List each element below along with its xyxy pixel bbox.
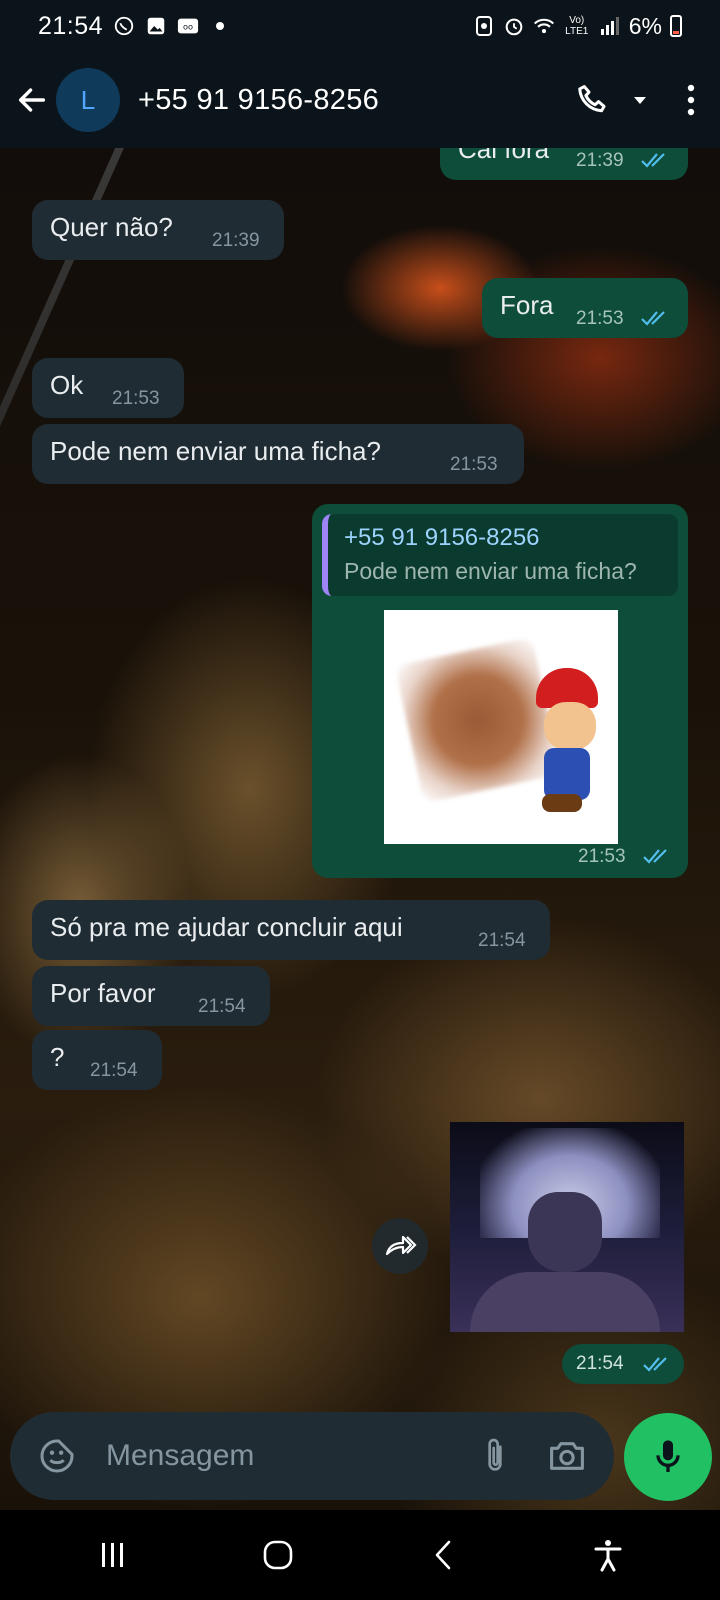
- message-text: Pode nem enviar uma ficha?: [50, 436, 381, 466]
- message-text: Ok: [50, 370, 84, 400]
- nav-back-icon: [435, 1540, 450, 1570]
- message-time: 21:54: [198, 996, 246, 1017]
- recents-button[interactable]: [73, 1525, 153, 1585]
- quoted-text: Pode nem enviar uma ficha?: [344, 558, 637, 584]
- home-icon: [263, 1540, 292, 1570]
- sticker-image[interactable]: [384, 610, 618, 844]
- mic-icon: [656, 1440, 680, 1472]
- status-bar: 21:54 oo Vo) LTE1 6%: [0, 0, 720, 52]
- wifi-icon: [533, 15, 555, 37]
- emoji-button[interactable]: [30, 1429, 84, 1483]
- more-icon: [687, 84, 695, 116]
- avatar-letter: L: [80, 84, 96, 115]
- message-bubble[interactable]: ? 21:54: [32, 1030, 162, 1090]
- message-time: 21:39: [212, 230, 260, 251]
- back-button[interactable]: [0, 52, 64, 148]
- message-composer[interactable]: Mensagem: [10, 1412, 614, 1500]
- message-time-pill: 21:54: [562, 1344, 684, 1384]
- message-bubble[interactable]: Por favor 21:54: [32, 966, 270, 1026]
- notification-dot-icon: [209, 15, 231, 37]
- forward-icon: [385, 1235, 417, 1256]
- read-ticks-icon: [641, 311, 665, 326]
- contact-name[interactable]: +55 91 9156-8256: [138, 84, 379, 117]
- menu-button[interactable]: [686, 76, 696, 124]
- back-arrow-icon: [18, 88, 46, 112]
- voice-record-button[interactable]: [624, 1413, 712, 1501]
- dropdown-icon: [634, 97, 646, 104]
- cast-icon: oo: [177, 15, 199, 37]
- message-text: ?: [50, 1042, 65, 1072]
- svg-text:oo: oo: [183, 22, 193, 32]
- read-ticks-icon: [643, 1357, 667, 1372]
- message-text: Por favor: [50, 978, 156, 1008]
- read-ticks-icon: [641, 153, 665, 168]
- message-time: 21:53: [578, 846, 626, 867]
- message-time: 21:54: [90, 1060, 138, 1081]
- message-bubble[interactable]: Fora 21:53: [482, 278, 688, 338]
- message-text: Fora: [500, 290, 554, 320]
- gallery-icon: [145, 15, 167, 37]
- system-nav-bar: [0, 1510, 720, 1600]
- message-time: 21:53: [450, 454, 498, 475]
- signal-icon: [599, 15, 621, 37]
- message-bubble[interactable]: +55 91 9156-8256 Pode nem enviar uma fic…: [312, 504, 688, 878]
- message-bubble[interactable]: Cai fora 21:39: [440, 148, 688, 180]
- accessibility-icon: [594, 1540, 621, 1572]
- message-time: 21:53: [112, 388, 160, 409]
- nav-back-button[interactable]: [403, 1525, 483, 1585]
- sim-icon: [473, 15, 495, 37]
- forward-button[interactable]: [372, 1218, 428, 1274]
- sticker-image[interactable]: [450, 1122, 684, 1332]
- message-bubble[interactable]: Pode nem enviar uma ficha? 21:53: [32, 424, 524, 484]
- accessibility-button[interactable]: [568, 1525, 648, 1585]
- camera-icon: [550, 1442, 584, 1470]
- message-bubble[interactable]: Quer não? 21:39: [32, 200, 284, 260]
- message-time: 21:53: [576, 308, 624, 329]
- battery-icon: [670, 15, 682, 37]
- phone-icon: [578, 85, 606, 113]
- message-time: 21:39: [576, 150, 624, 171]
- home-button[interactable]: [238, 1525, 318, 1585]
- whatsapp-icon: [113, 15, 135, 37]
- chat-header: L +55 91 9156-8256: [0, 52, 720, 148]
- call-options-button[interactable]: [630, 76, 650, 124]
- battery-percent: 6%: [628, 12, 662, 39]
- chat-area[interactable]: Cai fora 21:39 Quer não? 21:39 Fora 21:5…: [0, 148, 720, 1510]
- message-text: Cai fora: [458, 148, 550, 164]
- message-input[interactable]: Mensagem: [106, 1439, 468, 1473]
- read-ticks-icon: [643, 849, 667, 864]
- alarm-icon: [503, 15, 525, 37]
- status-time: 21:54: [38, 11, 104, 40]
- message-time: 21:54: [576, 1353, 624, 1374]
- attach-icon: [488, 1438, 502, 1471]
- emoji-icon: [40, 1439, 74, 1473]
- camera-button[interactable]: [540, 1429, 594, 1483]
- network-label: Vo) LTE1: [565, 15, 589, 37]
- message-text: Quer não?: [50, 212, 173, 242]
- message-bubble[interactable]: Só pra me ajudar concluir aqui 21:54: [32, 900, 550, 960]
- call-button[interactable]: [574, 76, 612, 124]
- message-bubble[interactable]: Ok 21:53: [32, 358, 184, 418]
- attach-button[interactable]: [468, 1429, 522, 1483]
- message-time: 21:54: [478, 930, 526, 951]
- avatar[interactable]: L: [56, 68, 120, 132]
- recents-icon: [101, 1543, 123, 1567]
- quoted-author: +55 91 9156-8256: [344, 524, 540, 551]
- quoted-message[interactable]: +55 91 9156-8256 Pode nem enviar uma fic…: [322, 514, 678, 596]
- message-text: Só pra me ajudar concluir aqui: [50, 912, 403, 942]
